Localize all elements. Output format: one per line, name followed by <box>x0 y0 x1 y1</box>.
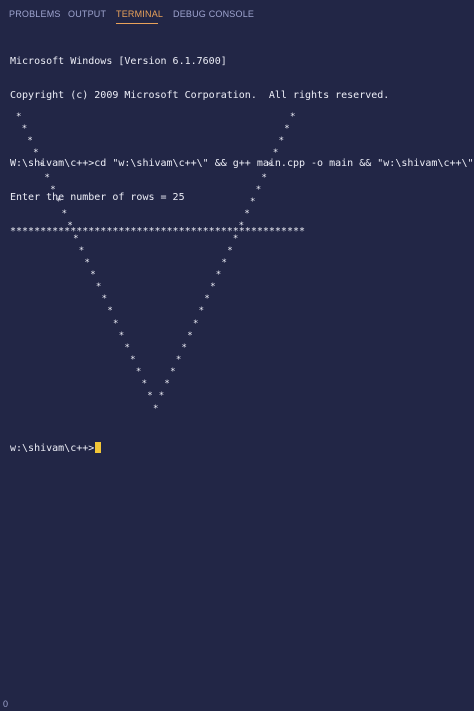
terminal-prompt: w:\shivam\c++> <box>10 443 95 454</box>
star-mark: * <box>107 306 113 317</box>
star-mark: * <box>101 294 108 305</box>
terminal-panel: PROBLEMS OUTPUT TERMINAL DEBUG CONSOLE M… <box>0 0 474 711</box>
star-mark: * <box>215 269 222 280</box>
tab-problems[interactable]: PROBLEMS <box>9 9 61 19</box>
star-mark: * <box>210 282 216 293</box>
active-tab-indicator <box>116 23 158 24</box>
panel-tab-bar: PROBLEMS OUTPUT TERMINAL DEBUG CONSOLE <box>0 0 474 26</box>
terminal-output[interactable]: Microsoft Windows [Version 6.1.7600] Cop… <box>10 34 474 260</box>
star-mark-apex: * <box>153 403 159 414</box>
star-top-row: ****************************************… <box>10 226 306 237</box>
star-mark: * <box>135 367 142 378</box>
tab-debug-console[interactable]: DEBUG CONSOLE <box>173 9 254 19</box>
star-mark: * <box>181 342 187 353</box>
star-mark: * <box>124 342 130 353</box>
star-mark: * <box>113 318 119 329</box>
star-mark: * <box>187 330 193 341</box>
terminal-line: W:\shivam\c++>cd "w:\shivam\c++\" && g++… <box>10 158 474 169</box>
star-mark: * <box>95 282 102 293</box>
star-mark: * <box>175 355 182 365</box>
terminal-line: Enter the number of rows = 25 <box>10 192 185 203</box>
star-mark: * <box>198 306 205 317</box>
tab-terminal[interactable]: TERMINAL <box>116 9 163 19</box>
star-mark: * <box>141 379 147 390</box>
status-count: 0 <box>3 699 9 709</box>
terminal-line: Copyright (c) 2009 Microsoft Corporation… <box>10 90 390 101</box>
star-mark: * <box>130 355 136 365</box>
terminal-cursor <box>95 442 102 453</box>
star-mark: * <box>204 294 210 305</box>
star-mark: * <box>158 391 165 402</box>
star-mark: * <box>164 379 170 390</box>
star-mark: * <box>118 330 125 341</box>
star-mark: * <box>221 257 227 268</box>
star-mark: * <box>90 269 96 280</box>
star-mark: * <box>170 367 176 378</box>
star-mark: * <box>192 318 199 329</box>
terminal-line: Microsoft Windows [Version 6.1.7600] <box>10 56 227 67</box>
tab-output[interactable]: OUTPUT <box>68 9 106 19</box>
terminal-prompt-line[interactable]: w:\shivam\c++> <box>10 442 102 454</box>
star-mark: * <box>84 257 90 268</box>
star-mark: * <box>147 391 153 402</box>
